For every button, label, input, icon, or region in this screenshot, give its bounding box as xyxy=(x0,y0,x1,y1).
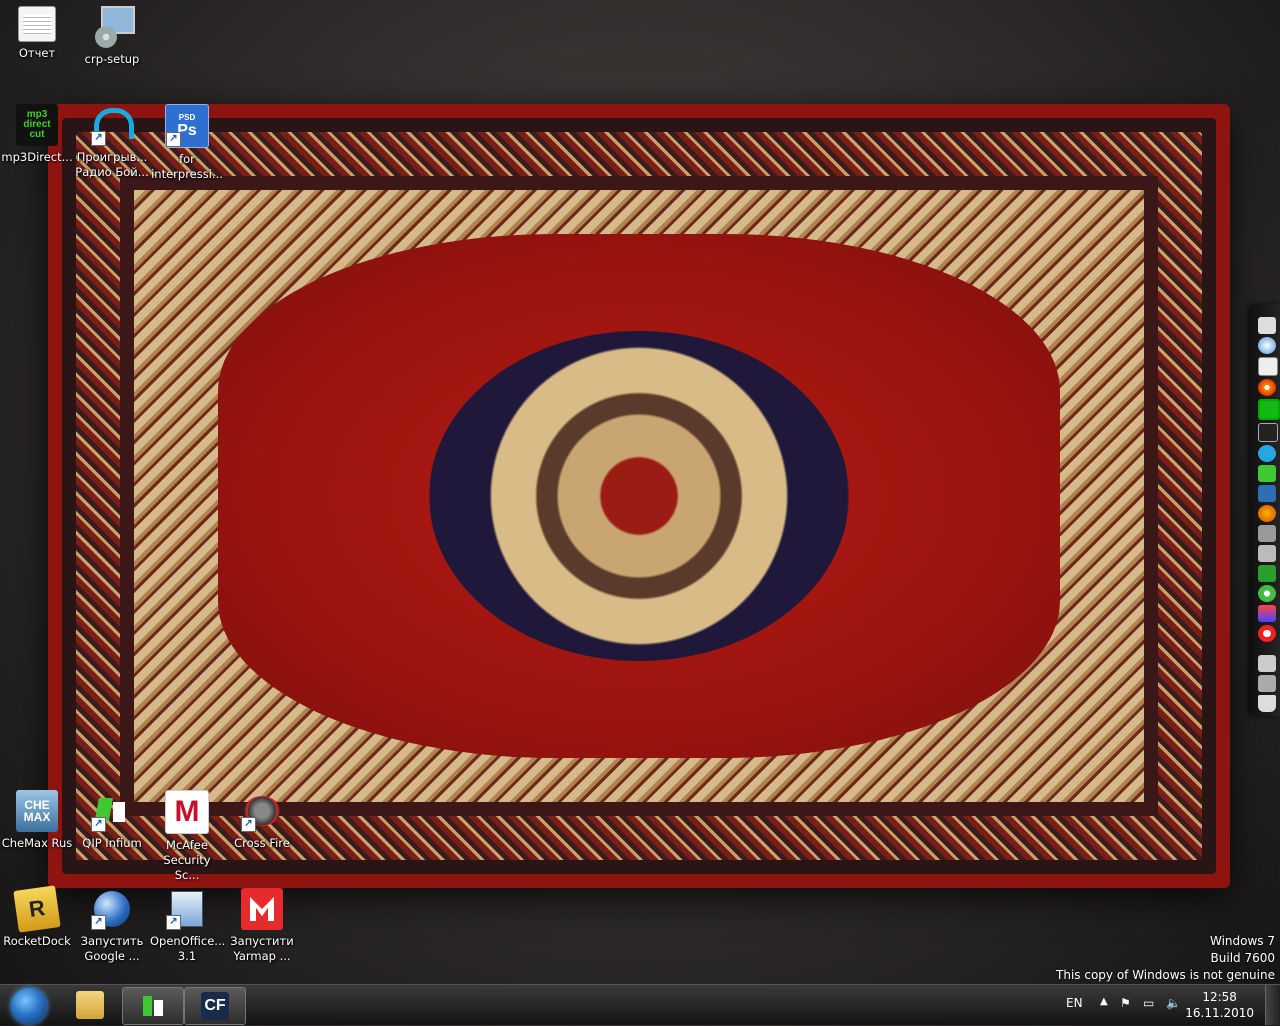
icon-label: for interpressi... xyxy=(151,152,223,181)
airplane-icon[interactable] xyxy=(1258,655,1276,672)
desktop-icon-openoffice[interactable]: ↗ OpenOffice... 3.1 xyxy=(150,888,226,964)
desktop-icon-yarmap[interactable]: Запустити Yarmap ... xyxy=(225,888,299,964)
desktop-icon-chemax[interactable]: CHE MAX CheMax Rus xyxy=(0,790,74,851)
watermark-build: Build 7600 xyxy=(1210,951,1275,965)
photoshop-file-icon: PSD Ps ↗ xyxy=(165,104,209,148)
shortcut-arrow-icon: ↗ xyxy=(91,817,106,832)
windows-logo-icon xyxy=(11,988,47,1024)
taskbar-item-crossfire[interactable]: CF xyxy=(184,987,246,1025)
icon-label: Запустити Yarmap ... xyxy=(230,934,294,963)
recycle-bin-icon[interactable] xyxy=(1258,695,1276,712)
show-hidden-icons-icon[interactable]: ▲ xyxy=(1100,996,1108,1007)
shortcut-arrow-icon: ↗ xyxy=(241,817,256,832)
mp3directcut-icon: mp3 direct cut xyxy=(16,104,58,146)
opera-icon[interactable] xyxy=(1258,625,1276,642)
globe-icon[interactable] xyxy=(1258,337,1276,354)
desktop-icon-google-earth[interactable]: ↗ Запустить Google ... xyxy=(75,888,149,964)
icon-label: McAfee Security Sc... xyxy=(163,838,211,882)
radar-icon[interactable] xyxy=(1258,399,1280,420)
chemax-icon: CHE MAX xyxy=(16,790,58,832)
pinwheel-icon[interactable] xyxy=(1258,605,1276,622)
desktop-icon-psd-file[interactable]: PSD Ps ↗ for interpressi... xyxy=(150,104,224,182)
notepad-icon[interactable] xyxy=(1258,357,1278,376)
setup-installer-icon xyxy=(91,6,135,48)
taskbar: CF EN ▲ ⚑ ▭ 🔈 12:58 16.11.2010 xyxy=(0,984,1280,1025)
icon-label: OpenOffice... 3.1 xyxy=(150,934,226,963)
clock[interactable]: 12:58 16.11.2010 xyxy=(1185,989,1254,1021)
shortcut-arrow-icon: ↗ xyxy=(166,915,181,930)
watermark-os: Windows 7 xyxy=(1209,934,1275,948)
icon-label: RocketDock xyxy=(3,934,71,948)
media-icon[interactable] xyxy=(1258,379,1276,396)
network-icon[interactable]: ▭ xyxy=(1143,996,1154,1010)
system-tray: EN ▲ ⚑ ▭ 🔈 12:58 16.11.2010 xyxy=(1050,985,1280,1025)
counter-strike-icon[interactable] xyxy=(1258,545,1276,562)
qip-icon xyxy=(139,992,167,1020)
icon-label: QIP Infium xyxy=(82,836,142,850)
icon-label: Cross Fire xyxy=(234,836,290,850)
taskbar-item-explorer[interactable] xyxy=(60,987,120,1023)
tools-icon[interactable] xyxy=(1258,525,1276,542)
globe-icon: ↗ xyxy=(91,888,133,930)
skype-icon[interactable] xyxy=(1258,445,1276,462)
qip-icon[interactable] xyxy=(1258,465,1276,482)
icon-label: crp-setup xyxy=(84,52,140,66)
desktop-icon-radio-player[interactable]: ↗ Проигрыв... Радио Бой... xyxy=(75,104,149,180)
icon-label: mp3Direct... xyxy=(1,150,73,164)
icon-label: CheMax Rus xyxy=(1,836,73,850)
clapper-icon[interactable] xyxy=(1258,423,1278,442)
printer-icon[interactable] xyxy=(1258,675,1276,692)
clock-date: 16.11.2010 xyxy=(1185,1006,1254,1020)
volume-icon[interactable]: 🔈 xyxy=(1166,996,1181,1010)
action-center-flag-icon[interactable]: ⚑ xyxy=(1120,996,1131,1010)
shortcut-arrow-icon: ↗ xyxy=(166,132,181,147)
mcafee-icon: M xyxy=(165,790,209,834)
watermark-genuine-notice: This copy of Windows is not genuine xyxy=(1056,968,1275,982)
taskbar-item-qip[interactable] xyxy=(122,987,184,1025)
icon-label: Проигрыв... Радио Бой... xyxy=(75,150,149,179)
desktop-icon-report[interactable]: Отчет xyxy=(0,6,74,61)
yarmap-icon xyxy=(241,888,283,930)
utorrent-icon[interactable] xyxy=(1258,565,1276,582)
flag-icon[interactable] xyxy=(1258,317,1276,334)
desktop-icon-crp-setup[interactable]: crp-setup xyxy=(75,6,149,67)
qip-icon: ↗ xyxy=(91,790,133,832)
rocketdock-bar xyxy=(1250,304,1280,716)
headphones-icon: ↗ xyxy=(91,104,134,146)
folder-icon xyxy=(76,991,104,1019)
icon-label: Запустить Google ... xyxy=(80,934,144,963)
crossfire-icon: ↗ xyxy=(241,790,283,832)
icq-icon[interactable] xyxy=(1258,585,1276,602)
language-indicator[interactable]: EN xyxy=(1066,996,1083,1010)
clock-time: 12:58 xyxy=(1202,990,1237,1004)
shortcut-arrow-icon: ↗ xyxy=(91,131,106,146)
start-button[interactable] xyxy=(3,986,53,1026)
rocketdock-icon: R xyxy=(13,885,61,933)
desktop-icon-mcafee[interactable]: M McAfee Security Sc... xyxy=(150,790,224,883)
openoffice-icon: ↗ xyxy=(166,888,208,930)
spreadsheet-icon xyxy=(18,6,56,42)
icon-label: Отчет xyxy=(18,46,56,60)
show-desktop-button[interactable] xyxy=(1265,985,1280,1025)
desktop-icon-mp3directcut[interactable]: mp3 direct cut mp3Direct... xyxy=(0,104,74,165)
firefox-icon[interactable] xyxy=(1258,505,1276,522)
windows-watermark: Windows 7 Build 7600 This copy of Window… xyxy=(1056,933,1275,984)
desktop-icon-cross-fire[interactable]: ↗ Cross Fire xyxy=(225,790,299,851)
chemax-icon[interactable] xyxy=(1258,485,1276,502)
crossfire-icon: CF xyxy=(201,992,229,1020)
desktop-icon-rocketdock[interactable]: R RocketDock xyxy=(0,885,74,949)
shortcut-arrow-icon: ↗ xyxy=(91,915,106,930)
desktop-icon-qip-infium[interactable]: ↗ QIP Infium xyxy=(75,790,149,851)
wallpaper-carpet xyxy=(48,104,1230,888)
